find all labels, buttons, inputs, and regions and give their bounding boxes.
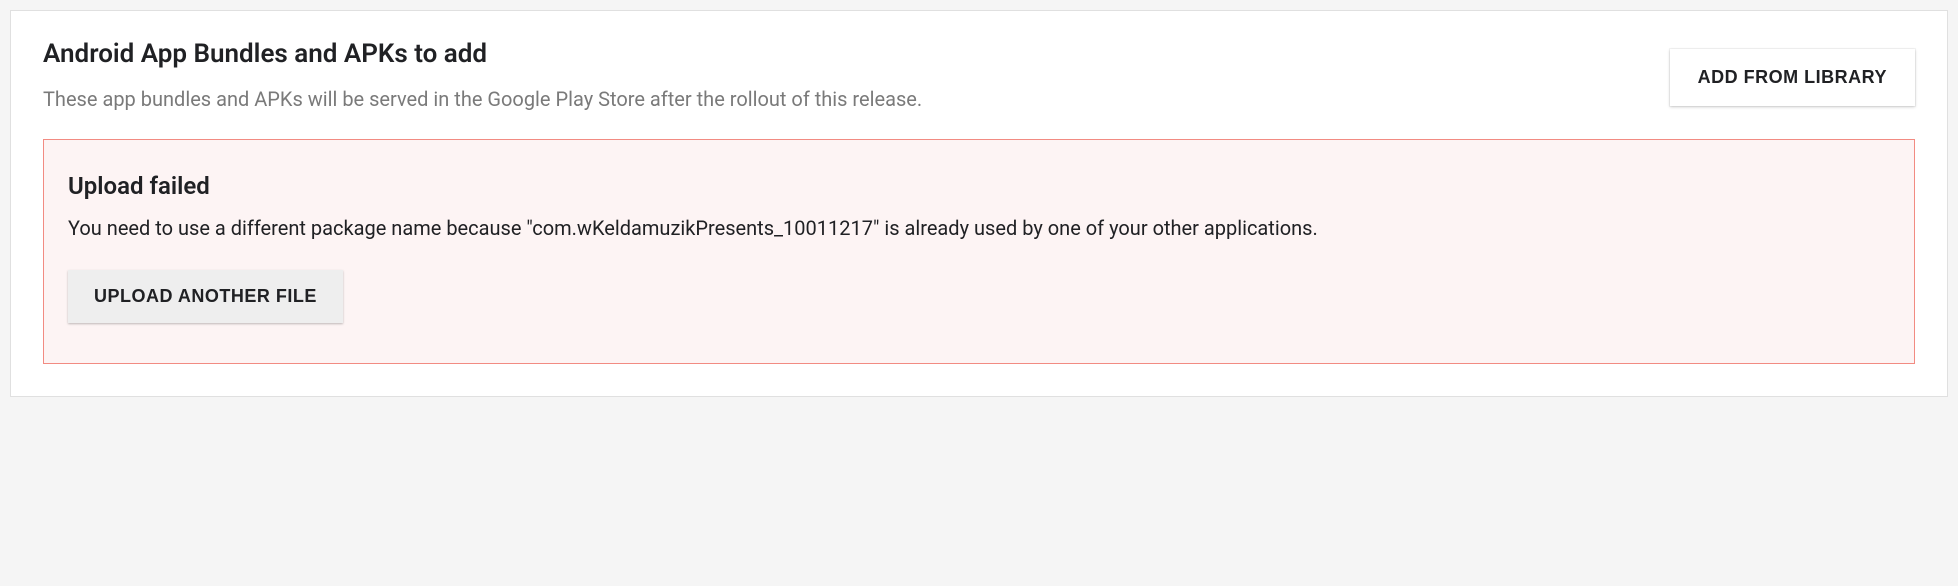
section-description: These app bundles and APKs will be serve…: [43, 87, 1670, 111]
error-title: Upload failed: [68, 172, 1890, 200]
upload-error-panel: Upload failed You need to use a differen…: [43, 139, 1915, 364]
header-text: Android App Bundles and APKs to add Thes…: [43, 39, 1670, 139]
add-from-library-button[interactable]: ADD FROM LIBRARY: [1670, 49, 1915, 106]
section-title: Android App Bundles and APKs to add: [43, 39, 1670, 69]
header-row: Android App Bundles and APKs to add Thes…: [43, 39, 1915, 139]
error-message: You need to use a different package name…: [68, 214, 1890, 242]
upload-section-card: Android App Bundles and APKs to add Thes…: [10, 10, 1948, 397]
upload-another-file-button[interactable]: UPLOAD ANOTHER FILE: [68, 270, 343, 323]
